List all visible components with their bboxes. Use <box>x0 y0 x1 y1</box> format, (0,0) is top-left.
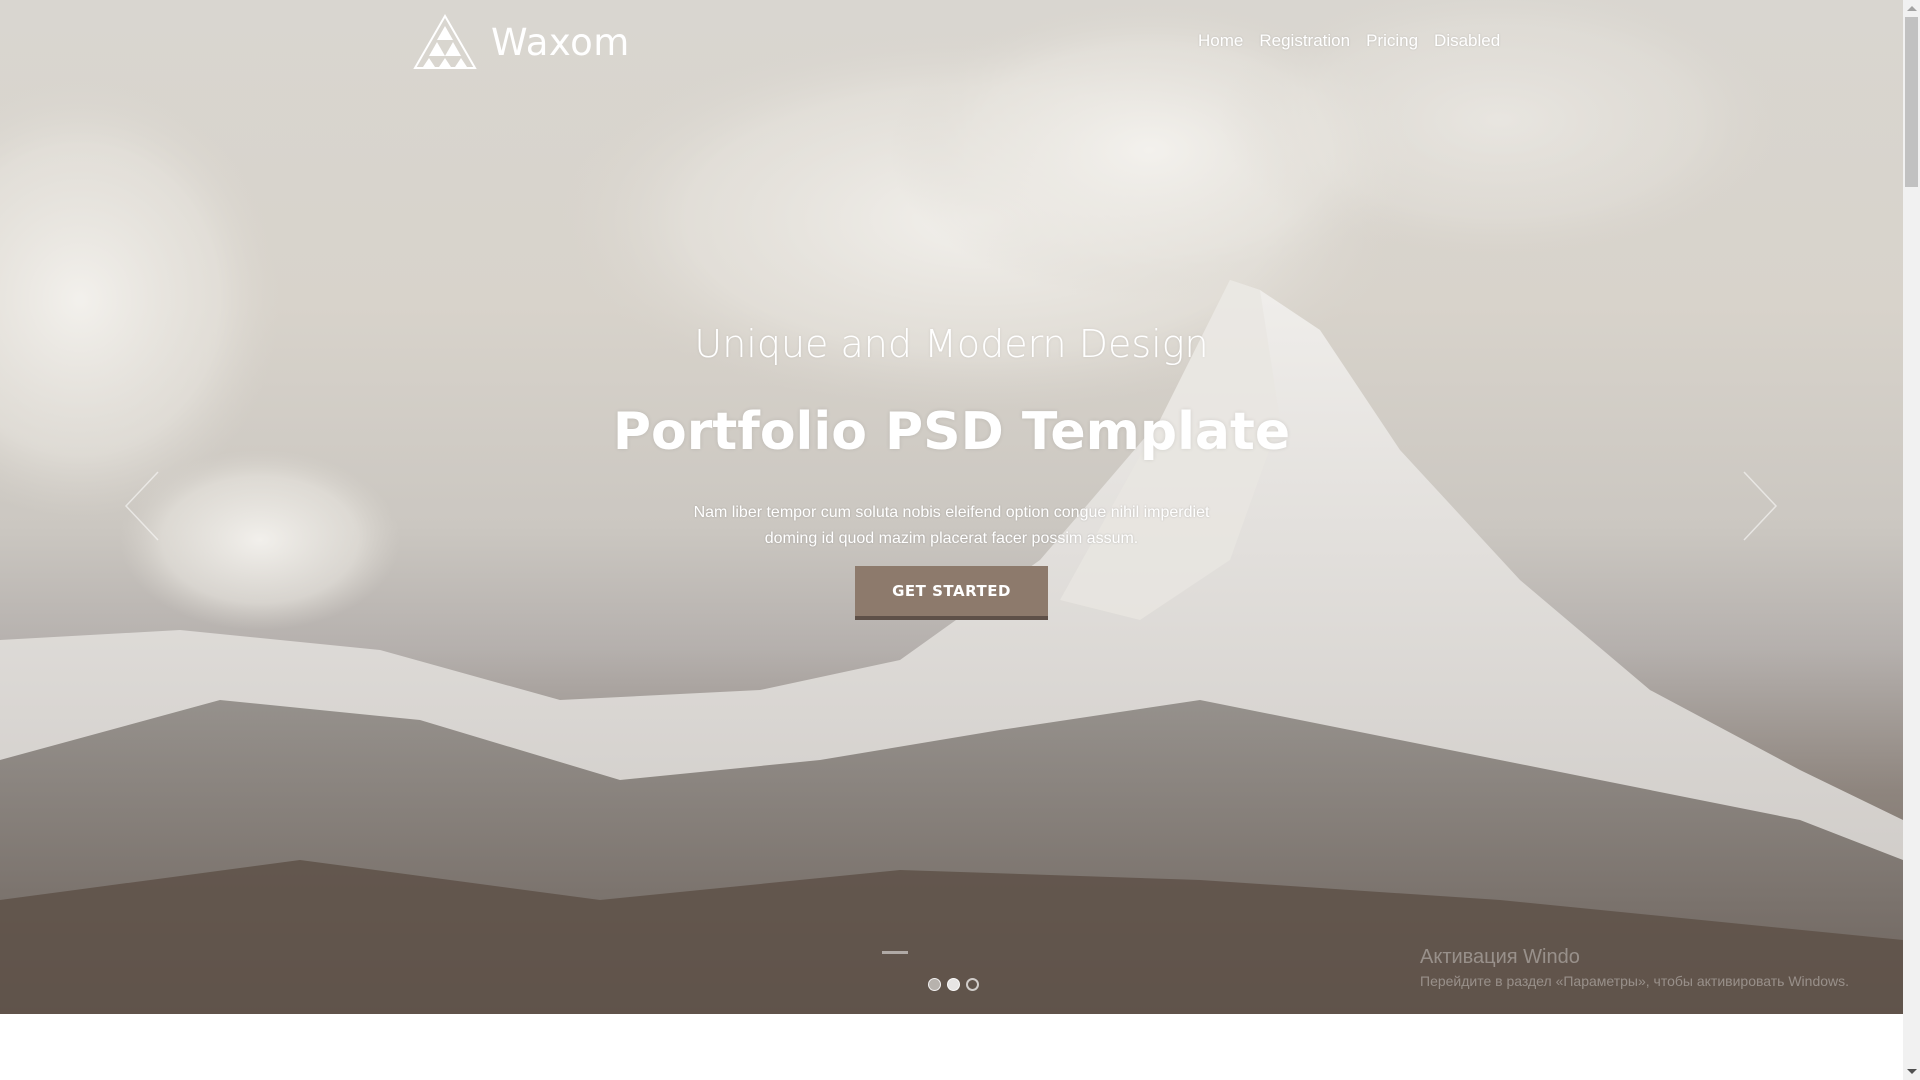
hero-description-line-1: Nam liber tempor cum soluta nobis eleife… <box>693 504 1210 521</box>
slider-pagination <box>928 978 979 991</box>
scroll-up-arrow-icon[interactable] <box>1907 6 1917 11</box>
hero-description-line-2: doming id quod mazim placerat facer poss… <box>764 530 1139 547</box>
hero-subtitle: Unique and Modern Design <box>694 322 1209 366</box>
triangle-logo-icon <box>413 14 477 69</box>
brand-logo[interactable]: Waxom <box>413 14 630 70</box>
watermark-line-1: Активация Windo <box>1420 946 1580 968</box>
chevron-right-icon[interactable] <box>1740 470 1780 542</box>
slide-dot-2[interactable] <box>947 978 960 991</box>
hero-slider: Waxom Home Registration Pricing Disabled… <box>0 0 1903 1014</box>
nav-item-disabled[interactable]: Disabled <box>1434 31 1500 51</box>
main-nav: Home Registration Pricing Disabled <box>1198 31 1516 51</box>
chevron-left-icon[interactable] <box>122 470 162 542</box>
vertical-scrollbar[interactable] <box>1903 0 1920 1080</box>
scrollbar-thumb[interactable] <box>1905 17 1918 187</box>
hero-description: Nam liber tempor cum soluta nobis eleife… <box>676 500 1227 552</box>
nav-item-registration[interactable]: Registration <box>1259 31 1350 51</box>
watermark-line-2: Перейдите в раздел «Параметры», чтобы ак… <box>1420 973 1850 989</box>
nav-item-pricing[interactable]: Pricing <box>1366 31 1418 51</box>
nav-item-home[interactable]: Home <box>1198 31 1243 51</box>
scroll-down-arrow-icon[interactable] <box>1907 1069 1917 1074</box>
slide-dot-1[interactable] <box>928 978 941 991</box>
slide-dot-3[interactable] <box>966 978 979 991</box>
get-started-button[interactable]: GET STARTED <box>855 566 1048 620</box>
brand-name: Waxom <box>491 20 630 64</box>
windows-activation-watermark: Активация Windo Перейдите в раздел «Пара… <box>1420 946 1849 989</box>
slide-indicator-line <box>882 951 908 954</box>
hero-title: Portfolio PSD Template <box>612 402 1291 462</box>
